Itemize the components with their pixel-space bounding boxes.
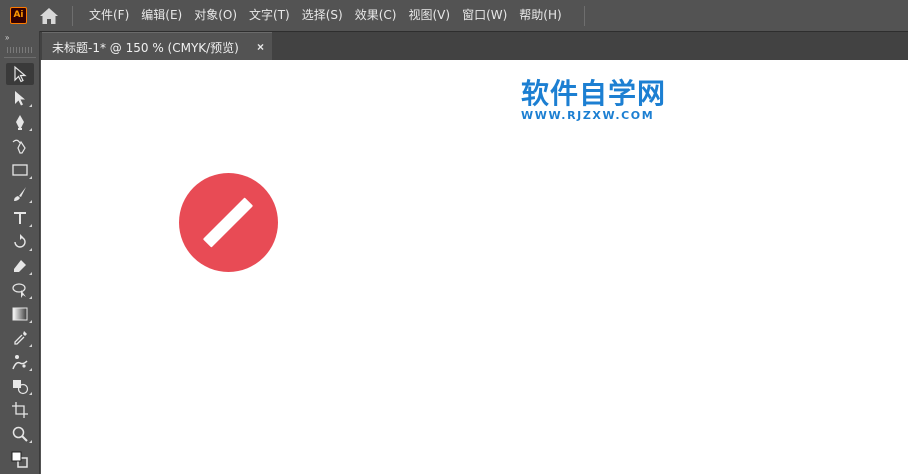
artboard-canvas[interactable]: 软件自学网 WWW.RJZXW.COM — [41, 60, 908, 474]
document-tab-title: 未标题-1* @ 150 % (CMYK/预览) — [52, 40, 239, 55]
curvature-pen-icon — [12, 139, 26, 154]
pen-icon — [16, 115, 24, 130]
illustrator-logo-icon: Ai — [10, 7, 27, 24]
zoom-tool[interactable] — [6, 423, 34, 445]
home-button[interactable] — [38, 5, 60, 27]
menu-view[interactable]: 视图(V) — [402, 0, 456, 31]
lasso-icon — [12, 283, 26, 298]
no-entry-circle-artwork[interactable] — [179, 173, 278, 272]
rectangle-tool[interactable] — [6, 159, 34, 181]
tools-panel: ›› — [0, 31, 40, 474]
shape-builder-icon — [13, 380, 29, 395]
close-tab-icon[interactable]: × — [257, 40, 264, 54]
fill-stroke-swatches[interactable] — [6, 449, 34, 471]
menu-separator — [584, 6, 585, 26]
menu-bar: Ai 文件(F) 编辑(E) 对象(O) 文字(T) 选择(S) 效果(C) 视… — [0, 0, 908, 31]
menu-help[interactable]: 帮助(H) — [513, 0, 567, 31]
watermark-title: 软件自学网 — [521, 77, 667, 110]
menu-object[interactable]: 对象(O) — [188, 0, 243, 31]
eraser-icon — [14, 260, 26, 272]
curvature-tool[interactable] — [6, 135, 34, 157]
toolbar-separator — [4, 57, 36, 58]
direct-selection-tool[interactable] — [6, 87, 34, 109]
eyedropper-tool[interactable] — [6, 327, 34, 349]
gradient-icon — [12, 307, 28, 321]
menu-window[interactable]: 窗口(W) — [456, 0, 513, 31]
type-icon — [14, 212, 26, 224]
artboard-tool[interactable] — [6, 399, 34, 421]
zoom-icon — [12, 426, 28, 442]
paintbrush-icon — [14, 187, 26, 201]
gradient-tool[interactable] — [6, 303, 34, 325]
menu-effect[interactable]: 效果(C) — [349, 0, 403, 31]
fill-stroke-icon — [11, 451, 28, 468]
document-tab[interactable]: 未标题-1* @ 150 % (CMYK/预览) × — [42, 32, 272, 61]
pen-tool[interactable] — [6, 111, 34, 133]
menu-items: 文件(F) 编辑(E) 对象(O) 文字(T) 选择(S) 效果(C) 视图(V… — [83, 0, 568, 31]
selection-tool[interactable] — [6, 63, 34, 85]
puppet-warp-tool[interactable] — [6, 351, 34, 373]
eyedropper-icon — [14, 331, 27, 345]
rotate-tool[interactable] — [6, 231, 34, 253]
watermark: 软件自学网 WWW.RJZXW.COM — [521, 78, 666, 122]
menu-separator — [72, 6, 73, 26]
artboard-icon — [12, 402, 28, 418]
selection-arrow-icon — [14, 65, 27, 83]
type-tool[interactable] — [6, 207, 34, 229]
eraser-tool[interactable] — [6, 255, 34, 277]
lasso-select-tool[interactable] — [6, 279, 34, 301]
collapse-panel-button[interactable]: ›› — [5, 33, 9, 42]
menu-edit[interactable]: 编辑(E) — [135, 0, 188, 31]
rectangle-icon — [12, 164, 28, 176]
rotate-icon — [14, 234, 26, 248]
menu-file[interactable]: 文件(F) — [83, 0, 135, 31]
direct-selection-arrow-icon — [15, 91, 25, 106]
menu-select[interactable]: 选择(S) — [296, 0, 349, 31]
document-tab-bar: 未标题-1* @ 150 % (CMYK/预览) × — [0, 31, 908, 61]
puppet-warp-icon — [12, 355, 28, 370]
shape-builder-tool[interactable] — [6, 375, 34, 397]
menu-type[interactable]: 文字(T) — [243, 0, 296, 31]
watermark-url: WWW.RJZXW.COM — [521, 109, 655, 122]
paintbrush-tool[interactable] — [6, 183, 34, 205]
home-icon — [40, 8, 58, 24]
toolbar-grip[interactable] — [7, 47, 33, 53]
